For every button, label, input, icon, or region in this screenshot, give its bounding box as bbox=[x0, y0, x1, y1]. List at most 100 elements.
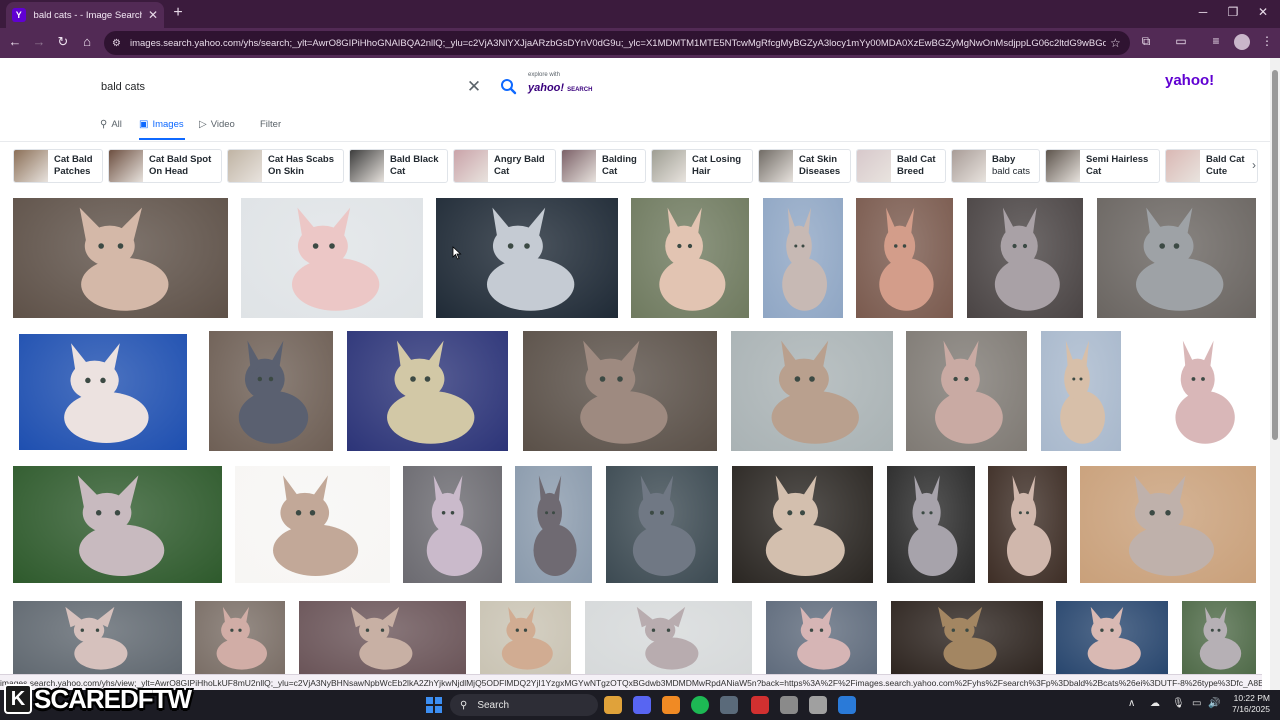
chip-thumbnail bbox=[652, 150, 686, 182]
related-search-chip[interactable]: Cat Bald Spot On Head bbox=[108, 149, 222, 183]
tab-video[interactable]: ▷ Video bbox=[199, 119, 235, 130]
image-sphynx-31[interactable] bbox=[766, 601, 877, 674]
image-sphynx-23[interactable] bbox=[887, 466, 975, 583]
tab-close-icon[interactable]: ✕ bbox=[148, 8, 158, 22]
related-search-chip[interactable]: Bald Cat Cute bbox=[1165, 149, 1258, 183]
scrollbar-thumb[interactable] bbox=[1272, 70, 1278, 440]
related-search-chip[interactable]: Baby bald cats bbox=[951, 149, 1040, 183]
image-sphynx-12[interactable] bbox=[523, 331, 717, 451]
image-sphynx-2[interactable] bbox=[241, 198, 423, 318]
related-search-chip[interactable]: Cat Bald Patches bbox=[13, 149, 103, 183]
tray-chevron-icon[interactable]: ∧ bbox=[1128, 698, 1135, 709]
image-sphynx-29[interactable] bbox=[480, 601, 571, 674]
media-icon[interactable]: ≡ bbox=[1207, 34, 1225, 48]
image-sphynx-26[interactable] bbox=[13, 601, 182, 674]
chrome-icon[interactable] bbox=[604, 696, 622, 714]
search-input[interactable] bbox=[88, 72, 488, 102]
profile-avatar[interactable] bbox=[1234, 34, 1250, 50]
chip-label-line2: Cat bbox=[602, 166, 618, 177]
image-sphynx-24[interactable] bbox=[988, 466, 1067, 583]
close-icon[interactable]: ✕ bbox=[1252, 5, 1274, 19]
image-sphynx-11[interactable] bbox=[347, 331, 508, 451]
home-icon[interactable]: ⌂ bbox=[78, 34, 96, 49]
image-sphynx-10[interactable] bbox=[209, 331, 333, 451]
image-sphynx-32[interactable] bbox=[891, 601, 1043, 674]
image-sphynx-22[interactable] bbox=[732, 466, 873, 583]
image-sphynx-3[interactable] bbox=[436, 198, 618, 318]
tab-images[interactable]: ▣ Images bbox=[139, 119, 184, 130]
image-sphynx-4[interactable] bbox=[631, 198, 749, 318]
volume-icon[interactable]: 🔊 bbox=[1208, 698, 1220, 709]
menu-icon[interactable]: ⋮ bbox=[1258, 34, 1276, 48]
image-sphynx-21[interactable] bbox=[606, 466, 718, 583]
related-search-chip[interactable]: Bald Cat Breed bbox=[856, 149, 946, 183]
address-url[interactable]: images.search.yahoo.com/yhs/search;_ylt=… bbox=[130, 38, 1106, 49]
bookmark-star-icon[interactable]: ☆ bbox=[1110, 36, 1121, 50]
page-scrollbar[interactable] bbox=[1270, 58, 1280, 690]
related-search-chip[interactable]: Cat Losing Hair bbox=[651, 149, 753, 183]
related-search-chip[interactable]: Cat Skin Diseases bbox=[758, 149, 851, 183]
image-sphynx-7[interactable] bbox=[967, 198, 1083, 318]
discord-icon[interactable] bbox=[633, 696, 651, 714]
tab-all[interactable]: ⚲ All bbox=[100, 119, 122, 130]
related-search-chip[interactable]: Angry Bald Cat bbox=[453, 149, 556, 183]
image-sphynx-13[interactable] bbox=[731, 331, 893, 451]
site-info-icon[interactable]: ⚙ bbox=[112, 38, 126, 49]
spotify-icon[interactable] bbox=[691, 696, 709, 714]
onedrive-icon[interactable]: ☁ bbox=[1150, 698, 1160, 709]
image-sphynx-33[interactable] bbox=[1056, 601, 1168, 674]
app-orange-icon[interactable] bbox=[662, 696, 680, 714]
image-sphynx-20[interactable] bbox=[515, 466, 592, 583]
forward-icon[interactable]: → bbox=[30, 34, 48, 49]
chip-label-line1: Semi Hairless bbox=[1086, 154, 1149, 165]
image-sphynx-17[interactable] bbox=[13, 466, 222, 583]
image-sphynx-16[interactable] bbox=[1150, 331, 1256, 451]
reader-icon[interactable]: ▭ bbox=[1172, 34, 1190, 48]
image-sphynx-27[interactable] bbox=[195, 601, 285, 674]
chip-label-line2: Cute bbox=[1206, 166, 1228, 177]
explore-with-yahoo[interactable]: explore with yahoo! SEARCH bbox=[528, 72, 592, 96]
image-sphynx-25[interactable] bbox=[1080, 466, 1256, 583]
browser-tab[interactable]: Y bald cats - - Image Search Results ✕ bbox=[6, 2, 164, 28]
app-ghost-icon[interactable] bbox=[780, 696, 798, 714]
image-sphynx-18[interactable] bbox=[235, 466, 390, 583]
search-icon[interactable] bbox=[498, 76, 520, 98]
address-bar[interactable]: ⚙ images.search.yahoo.com/yhs/search;_yl… bbox=[104, 31, 1130, 55]
related-search-chip[interactable]: Cat Has Scabs On Skin bbox=[227, 149, 344, 183]
steam-icon[interactable] bbox=[720, 696, 738, 714]
image-sphynx-1[interactable] bbox=[13, 198, 228, 318]
chevron-right-icon[interactable]: › bbox=[1252, 158, 1256, 172]
tab-filter[interactable]: Filter bbox=[260, 119, 281, 130]
app-blue-icon[interactable] bbox=[838, 696, 856, 714]
related-search-chip[interactable]: Balding Cat bbox=[561, 149, 646, 183]
image-sphynx-14[interactable] bbox=[906, 331, 1027, 451]
yahoo-logo[interactable]: yahoo! bbox=[1165, 72, 1214, 89]
windows-start-icon[interactable] bbox=[426, 697, 442, 713]
image-sphynx-6[interactable] bbox=[856, 198, 953, 318]
cat-photo bbox=[65, 606, 128, 670]
minimize-icon[interactable]: ─ bbox=[1192, 5, 1214, 19]
related-search-chip[interactable]: Semi Hairless Cat bbox=[1045, 149, 1160, 183]
restore-icon[interactable]: ❐ bbox=[1222, 5, 1244, 19]
microphone-icon[interactable]: 🎙 bbox=[1172, 698, 1185, 709]
back-icon[interactable]: ← bbox=[6, 34, 24, 49]
image-sphynx-15[interactable] bbox=[1041, 331, 1121, 451]
image-sphynx-5[interactable] bbox=[763, 198, 843, 318]
image-sphynx-8[interactable] bbox=[1097, 198, 1256, 318]
taskbar-search[interactable]: ⚲ Search bbox=[450, 694, 598, 716]
app-red-icon[interactable] bbox=[751, 696, 769, 714]
related-search-chip[interactable]: Bald Black Cat bbox=[349, 149, 448, 183]
extensions-icon[interactable]: ⧉ bbox=[1137, 34, 1155, 49]
image-sphynx-30[interactable] bbox=[585, 601, 752, 674]
clear-search-icon[interactable]: ✕ bbox=[466, 77, 482, 97]
cat-photo bbox=[486, 207, 575, 311]
image-sphynx-34[interactable] bbox=[1182, 601, 1256, 674]
image-sphynx-28[interactable] bbox=[299, 601, 466, 674]
image-sphynx-9[interactable] bbox=[19, 334, 187, 450]
image-sphynx-19[interactable] bbox=[403, 466, 502, 583]
taskbar-clock[interactable]: 10:22 PM 7/16/2025 bbox=[1224, 693, 1270, 715]
reload-icon[interactable]: ↻ bbox=[54, 34, 72, 50]
new-tab-button[interactable]: + bbox=[168, 4, 188, 22]
network-icon[interactable]: ▭ bbox=[1192, 698, 1201, 709]
app-gray-icon[interactable] bbox=[809, 696, 827, 714]
